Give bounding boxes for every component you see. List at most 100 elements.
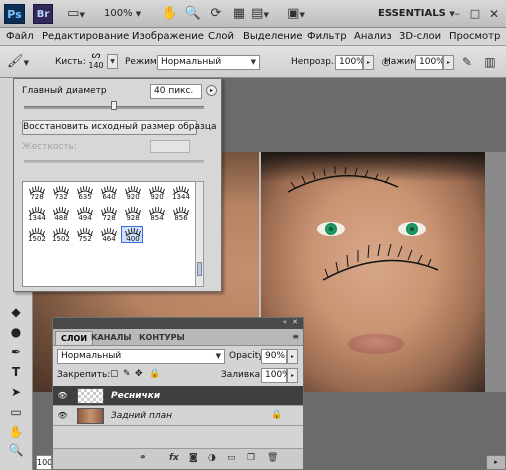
link-layers-icon[interactable]: ⚭ bbox=[139, 453, 147, 463]
layer-name[interactable]: Реснички bbox=[111, 391, 160, 401]
brush-preset[interactable]: 1502 bbox=[49, 226, 71, 243]
visibility-eye-icon[interactable]: 👁 bbox=[57, 411, 68, 421]
hand-tool-icon[interactable]: ✋ bbox=[160, 5, 180, 23]
maximize-icon[interactable]: □ bbox=[466, 5, 484, 23]
paint-bucket-icon[interactable]: ◆ bbox=[4, 302, 28, 322]
opacity-input[interactable]: 100% bbox=[335, 55, 363, 70]
brush-preset[interactable]: 854 bbox=[145, 205, 167, 222]
menu-file[interactable]: Файл bbox=[6, 31, 34, 42]
zoom-tool-icon[interactable]: 🔍 bbox=[183, 5, 203, 23]
lock-transparent-icon[interactable]: ▢ bbox=[110, 369, 119, 379]
brush-preset[interactable]: 494 bbox=[73, 205, 95, 222]
brush-preset[interactable]: 635 bbox=[73, 184, 95, 201]
collapse-icon[interactable]: « bbox=[283, 318, 287, 326]
lock-position-icon[interactable]: ✥ bbox=[135, 369, 143, 379]
layer-name[interactable]: Задний план bbox=[111, 411, 172, 421]
adjustment-layer-icon[interactable]: ◑ bbox=[208, 453, 216, 463]
view-extras-icon[interactable]: ▭▼ bbox=[64, 5, 88, 23]
presets-scroll-thumb[interactable] bbox=[197, 262, 202, 276]
dodge-tool-icon[interactable]: ● bbox=[4, 322, 28, 342]
brush-preset[interactable]: 488 bbox=[49, 205, 71, 222]
menu-analysis[interactable]: Анализ bbox=[354, 31, 392, 42]
diameter-slider-thumb[interactable] bbox=[111, 101, 117, 110]
brush-preset[interactable]: 1502 bbox=[25, 226, 47, 243]
zoom-status-field[interactable]: 100 bbox=[36, 455, 52, 470]
brush-preset[interactable]: 1344 bbox=[25, 205, 47, 222]
options-bar: 🖌▼ Кисть: ᔕ 140 ▼ Режим: Нормальный ▼ Не… bbox=[0, 46, 506, 78]
new-layer-icon[interactable]: ❐ bbox=[247, 453, 255, 463]
status-scroll-arrow-icon[interactable]: ▸ bbox=[486, 455, 506, 470]
brush-preset-picker[interactable]: ᔕ 140 bbox=[86, 50, 106, 74]
workspace-switcher[interactable]: ESSENTIALS ▼ bbox=[378, 8, 455, 19]
lock-image-icon[interactable]: ✎ bbox=[123, 369, 131, 379]
brush-preset[interactable]: 920 bbox=[145, 184, 167, 201]
brush-preset[interactable]: 1344 bbox=[169, 184, 191, 201]
popup-menu-arrow-icon[interactable]: ▸ bbox=[206, 85, 217, 96]
layer-row[interactable]: 👁 Реснички bbox=[53, 386, 303, 406]
brush-preset[interactable]: 752 bbox=[73, 226, 95, 243]
hand-tool-icon-2[interactable]: ✋ bbox=[4, 422, 28, 442]
zoom-tool-icon-2[interactable]: 🔍 bbox=[4, 440, 28, 460]
tool-preset-icon[interactable]: 🖌▼ bbox=[6, 53, 30, 71]
brush-preset-size: 494 bbox=[78, 214, 92, 222]
tab-paths[interactable]: КОНТУРЫ bbox=[134, 331, 190, 345]
brush-preset[interactable]: 856 bbox=[169, 205, 191, 222]
delete-layer-icon[interactable]: 🗑 bbox=[267, 453, 278, 463]
menu-edit[interactable]: Редактирование bbox=[42, 31, 129, 42]
menu-select[interactable]: Выделение bbox=[243, 31, 303, 42]
new-group-icon[interactable]: ▭ bbox=[227, 453, 236, 463]
brush-preset[interactable]: 728 bbox=[97, 205, 119, 222]
layer-style-icon[interactable]: fx bbox=[169, 453, 179, 463]
diameter-label: Главный диаметр bbox=[22, 86, 107, 96]
brush-preset[interactable]: 920 bbox=[121, 184, 143, 201]
shape-tool-icon[interactable]: ▭ bbox=[4, 402, 28, 422]
panel-header[interactable]: « ✕ bbox=[53, 318, 303, 329]
layer-opacity-input[interactable]: 90% bbox=[261, 349, 287, 364]
menu-filter[interactable]: Фильтр bbox=[307, 31, 347, 42]
mode-label: Режим: bbox=[125, 57, 160, 67]
layer-opacity-slider-button[interactable]: ▸ bbox=[287, 349, 298, 364]
type-tool-icon[interactable]: T bbox=[4, 362, 28, 382]
brush-preset[interactable]: 728 bbox=[25, 184, 47, 201]
minimize-icon[interactable]: – bbox=[448, 5, 466, 23]
menu-view[interactable]: Просмотр bbox=[449, 31, 500, 42]
bridge-button[interactable]: Br bbox=[33, 4, 53, 24]
layer-row[interactable]: 👁 Задний план 🔒 bbox=[53, 406, 303, 426]
opacity-slider-button[interactable]: ▸ bbox=[363, 55, 374, 70]
panel-menu-icon[interactable]: ≡ bbox=[292, 332, 299, 341]
path-selection-icon[interactable]: ➤ bbox=[4, 382, 28, 402]
close-icon[interactable]: ✕ bbox=[485, 5, 503, 23]
presets-scrollbar[interactable] bbox=[195, 181, 204, 287]
menu-3d[interactable]: 3D-слои bbox=[399, 31, 441, 42]
fill-slider-button[interactable]: ▸ bbox=[287, 368, 298, 383]
menu-layer[interactable]: Слой bbox=[208, 31, 234, 42]
zoom-level[interactable]: 100% ▼ bbox=[104, 8, 141, 19]
panel-close-icon[interactable]: ✕ bbox=[292, 318, 298, 326]
brush-preset[interactable]: 400 bbox=[121, 226, 143, 243]
reset-sample-size-button[interactable]: Восстановить исходный размер образца bbox=[22, 120, 216, 135]
ruler-icon[interactable]: ▦ bbox=[229, 5, 249, 23]
lock-all-icon[interactable]: 🔒 bbox=[149, 369, 160, 379]
blend-mode-select[interactable]: Нормальный ▼ bbox=[157, 55, 260, 70]
brush-panel-icon[interactable]: ▥ bbox=[480, 53, 500, 71]
arrange-documents-icon[interactable]: ▤▼ bbox=[247, 5, 273, 23]
screen-mode-icon[interactable]: ▣▼ bbox=[283, 5, 309, 23]
brush-preset-size: 1344 bbox=[28, 214, 46, 222]
menu-image[interactable]: Изображение bbox=[132, 31, 204, 42]
pen-tool-icon[interactable]: ✒ bbox=[4, 342, 28, 362]
brush-preset[interactable]: 464 bbox=[97, 226, 119, 243]
flow-input[interactable]: 100% bbox=[415, 55, 443, 70]
fill-input[interactable]: 100% bbox=[261, 368, 291, 383]
layer-blend-mode-select[interactable]: Нормальный ▼ bbox=[57, 349, 225, 364]
airbrush-icon[interactable]: ✎ bbox=[457, 53, 477, 71]
brush-preset[interactable]: 640 bbox=[97, 184, 119, 201]
visibility-eye-icon[interactable]: 👁 bbox=[57, 391, 68, 401]
flow-slider-button[interactable]: ▸ bbox=[443, 55, 454, 70]
brush-preset[interactable]: 928 bbox=[121, 205, 143, 222]
diameter-input[interactable]: 40 пикс. bbox=[150, 84, 202, 99]
tab-channels[interactable]: КАНАЛЫ bbox=[86, 331, 137, 345]
rotate-view-icon[interactable]: ⟳ bbox=[206, 5, 226, 23]
layer-mask-icon[interactable]: ◙ bbox=[189, 453, 198, 463]
brush-preset[interactable]: 732 bbox=[49, 184, 71, 201]
brush-picker-dropdown-icon[interactable]: ▼ bbox=[107, 54, 118, 69]
